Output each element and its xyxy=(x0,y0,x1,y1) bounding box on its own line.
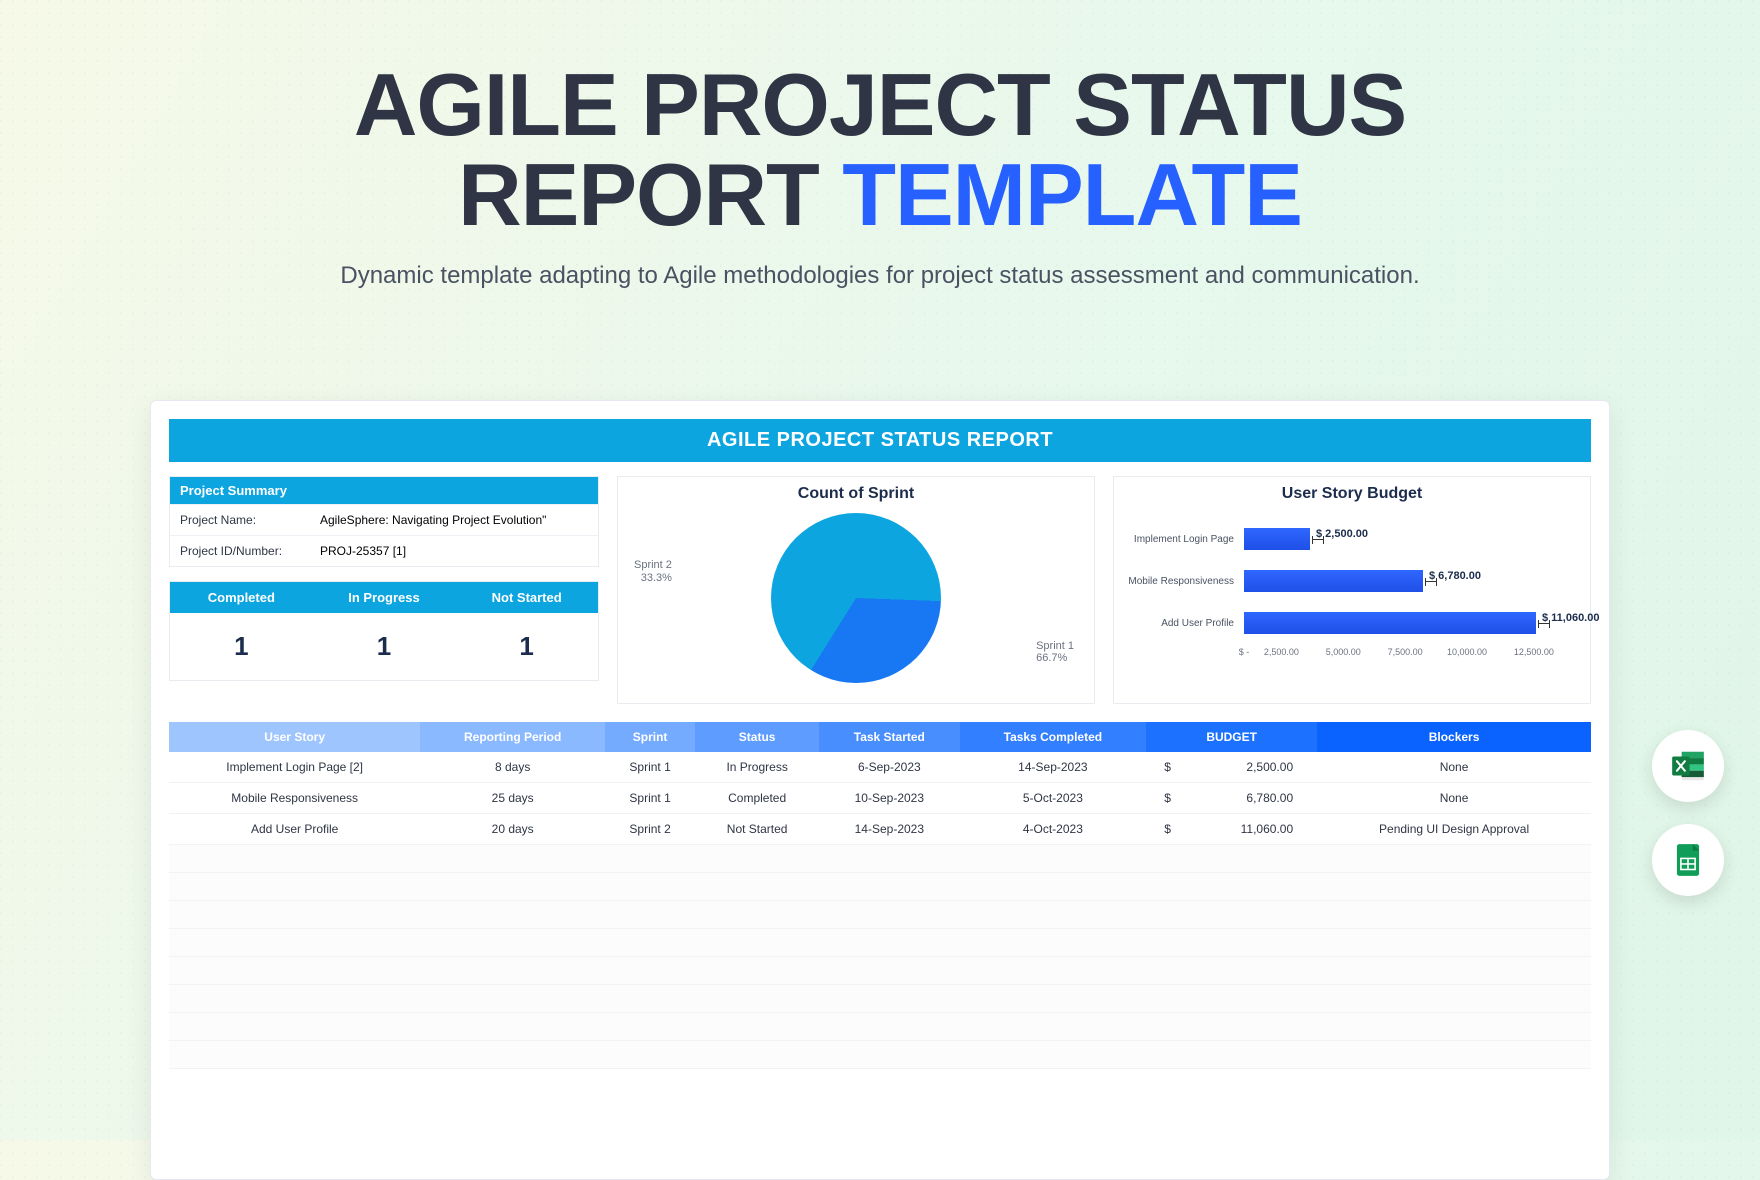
sprint-pie-card: Count of Sprint Sprint 233.3% Sprint 166… xyxy=(617,476,1095,704)
pie-label-sprint2: Sprint 233.3% xyxy=(634,559,672,584)
excel-icon[interactable] xyxy=(1652,730,1724,802)
bar-x-axis: $ -2,500.005,000.007,500.0010,000.0012,5… xyxy=(1244,647,1574,657)
table-header-cell: Tasks Completed xyxy=(960,722,1147,752)
table-header-cell: BUDGET xyxy=(1146,722,1317,752)
bar-value-label: $ 2,500.00 xyxy=(1316,528,1368,540)
table-cell: 20 days xyxy=(420,814,605,845)
bar: $ 6,780.00 xyxy=(1244,570,1423,592)
hero-title-accent: TEMPLATE xyxy=(842,145,1302,244)
table-cell: 6-Sep-2023 xyxy=(819,752,959,783)
project-name-value: AgileSphere: Navigating Project Evolutio… xyxy=(310,505,598,535)
table-row: Add User Profile20 daysSprint 2Not Start… xyxy=(169,814,1591,845)
table-row: Implement Login Page [2]8 daysSprint 1In… xyxy=(169,752,1591,783)
table-header-cell: Reporting Period xyxy=(420,722,605,752)
table-cell: Not Started xyxy=(695,814,819,845)
budget-bar-chart: Implement Login Page$ 2,500.00Mobile Res… xyxy=(1114,507,1590,697)
status-inprogress-value: 1 xyxy=(313,613,456,680)
table-cell: Completed xyxy=(695,783,819,814)
hero-title-line-2: REPORT xyxy=(458,145,842,244)
status-inprogress-label: In Progress xyxy=(313,582,456,613)
table-header-cell: Status xyxy=(695,722,819,752)
empty-table-rows xyxy=(169,845,1591,1069)
table-cell: 8 days xyxy=(420,752,605,783)
table-header-cell: Task Started xyxy=(819,722,959,752)
bar-value-label: $ 11,060.00 xyxy=(1542,612,1600,624)
table-cell: Sprint 2 xyxy=(605,814,695,845)
bar: $ 11,060.00 xyxy=(1244,612,1536,634)
bar-value-label: $ 6,780.00 xyxy=(1429,570,1481,582)
story-table: User StoryReporting PeriodSprintStatusTa… xyxy=(169,722,1591,845)
google-sheets-icon[interactable] xyxy=(1652,824,1724,896)
hero-subtitle: Dynamic template adapting to Agile metho… xyxy=(0,262,1760,290)
bar-row: Mobile Responsiveness$ 6,780.00 xyxy=(1244,563,1574,599)
project-id-label: Project ID/Number: xyxy=(170,536,310,566)
table-cell: 14-Sep-2023 xyxy=(960,752,1147,783)
project-name-label: Project Name: xyxy=(170,505,310,535)
bar-row: Add User Profile$ 11,060.00 xyxy=(1244,605,1574,641)
table-cell: $11,060.00 xyxy=(1146,814,1317,845)
hero-title: AGILE PROJECT STATUS REPORT TEMPLATE xyxy=(0,60,1760,240)
table-cell: Pending UI Design Approval xyxy=(1317,814,1591,845)
pie-label-sprint1: Sprint 166.7% xyxy=(1036,640,1074,665)
sheet-title-banner: AGILE PROJECT STATUS REPORT xyxy=(169,419,1591,462)
status-notstarted-label: Not Started xyxy=(455,582,598,613)
table-header-cell: Blockers xyxy=(1317,722,1591,752)
status-completed-label: Completed xyxy=(170,582,313,613)
table-cell: None xyxy=(1317,752,1591,783)
status-completed-value: 1 xyxy=(170,613,313,680)
bar-row: Implement Login Page$ 2,500.00 xyxy=(1244,521,1574,557)
pie-chart-title: Count of Sprint xyxy=(618,477,1094,507)
spreadsheet-preview: AGILE PROJECT STATUS REPORT Project Summ… xyxy=(150,400,1610,1180)
table-cell: $2,500.00 xyxy=(1146,752,1317,783)
left-summary-column: Project Summary Project Name: AgileSpher… xyxy=(169,476,599,704)
bar-category-label: Mobile Responsiveness xyxy=(1124,576,1234,587)
table-header-cell: User Story xyxy=(169,722,420,752)
table-cell: $6,780.00 xyxy=(1146,783,1317,814)
bar: $ 2,500.00 xyxy=(1244,528,1310,550)
hero: AGILE PROJECT STATUS REPORT TEMPLATE Dyn… xyxy=(0,0,1760,290)
budget-bar-card: User Story Budget Implement Login Page$ … xyxy=(1113,476,1591,704)
hero-title-line-1: AGILE PROJECT STATUS xyxy=(354,55,1406,154)
table-cell: Sprint 1 xyxy=(605,752,695,783)
table-cell: Implement Login Page [2] xyxy=(169,752,420,783)
project-summary-row: Project ID/Number: PROJ-25357 [1] xyxy=(170,535,598,566)
bar-category-label: Implement Login Page xyxy=(1124,534,1234,545)
format-icons xyxy=(1652,730,1724,896)
table-row: Mobile Responsiveness25 daysSprint 1Comp… xyxy=(169,783,1591,814)
project-summary-row: Project Name: AgileSphere: Navigating Pr… xyxy=(170,504,598,535)
table-cell: Add User Profile xyxy=(169,814,420,845)
table-cell: Sprint 1 xyxy=(605,783,695,814)
status-boxes: Completed In Progress Not Started 1 1 1 xyxy=(169,581,599,681)
status-notstarted-value: 1 xyxy=(455,613,598,680)
sprint-pie-chart xyxy=(771,513,941,683)
table-cell: 14-Sep-2023 xyxy=(819,814,959,845)
bar-category-label: Add User Profile xyxy=(1124,618,1234,629)
table-cell: None xyxy=(1317,783,1591,814)
table-cell: In Progress xyxy=(695,752,819,783)
table-cell: 4-Oct-2023 xyxy=(960,814,1147,845)
table-cell: 5-Oct-2023 xyxy=(960,783,1147,814)
table-header-cell: Sprint xyxy=(605,722,695,752)
bar-chart-title: User Story Budget xyxy=(1114,477,1590,507)
project-summary-card: Project Summary Project Name: AgileSpher… xyxy=(169,476,599,567)
project-summary-header: Project Summary xyxy=(170,477,598,504)
table-cell: 25 days xyxy=(420,783,605,814)
project-id-value: PROJ-25357 [1] xyxy=(310,536,598,566)
table-cell: Mobile Responsiveness xyxy=(169,783,420,814)
table-cell: 10-Sep-2023 xyxy=(819,783,959,814)
